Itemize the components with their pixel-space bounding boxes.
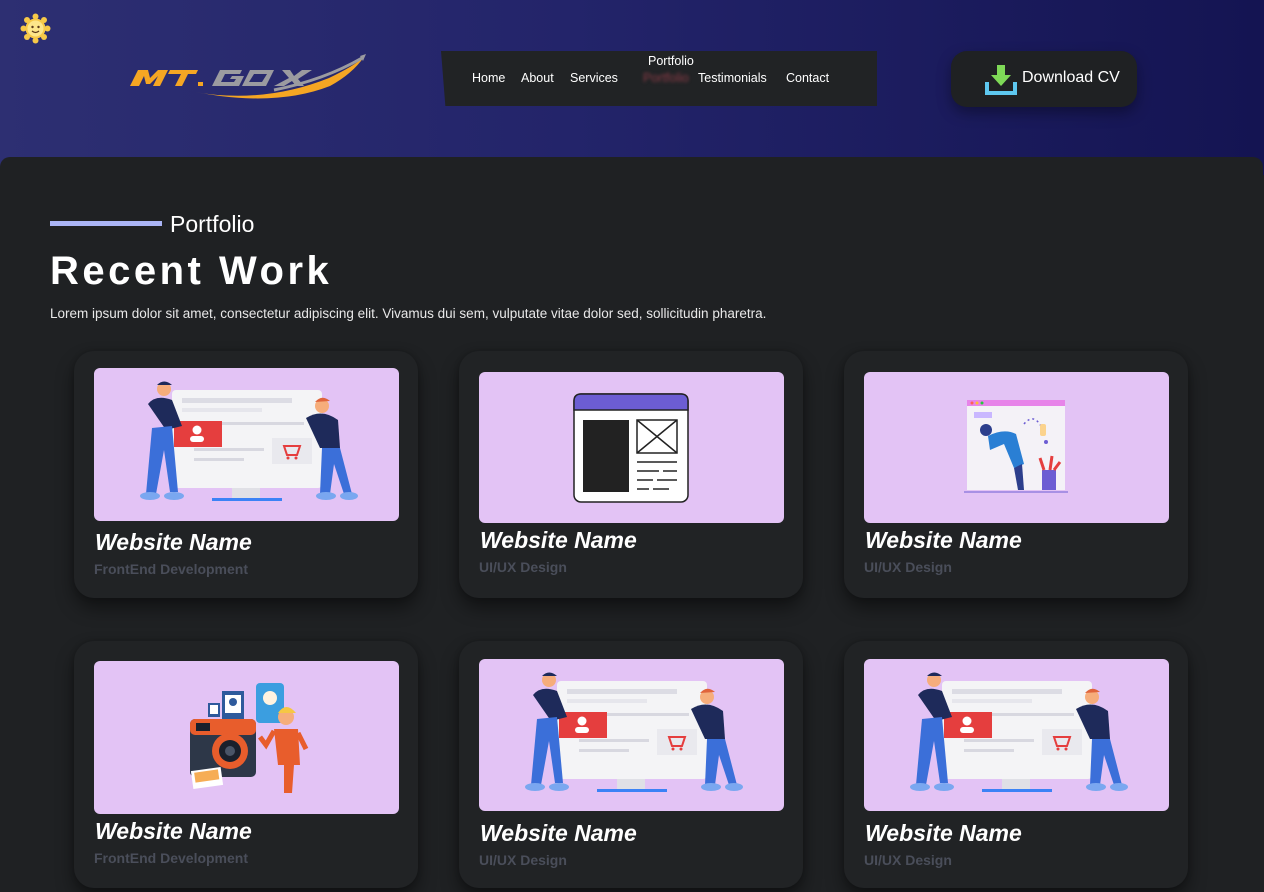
project-card[interactable]: Website Name UI/UX Design [459, 641, 803, 888]
project-card[interactable]: Website Name FrontEnd Development [74, 641, 418, 888]
section-eyebrow: Portfolio [170, 211, 255, 237]
nav-link-contact[interactable]: Contact [786, 71, 829, 85]
theme-toggle-sun-icon[interactable] [20, 13, 51, 44]
project-category: FrontEnd Development [94, 561, 249, 577]
download-icon [984, 62, 1018, 96]
project-title: Website Name [95, 529, 252, 555]
project-category: UI/UX Design [479, 852, 567, 868]
nav-hover-tooltip: Portfolio [648, 54, 694, 68]
camera-illustration [94, 661, 399, 814]
ecommerce-illustration [94, 368, 399, 521]
nav-link-about[interactable]: About [521, 71, 554, 85]
project-title: Website Name [95, 818, 252, 844]
project-category: FrontEnd Development [94, 850, 249, 866]
project-card[interactable]: Website Name FrontEnd Development [74, 351, 418, 598]
project-card[interactable]: Website Name UI/UX Design [459, 351, 803, 598]
ecommerce-illustration [864, 659, 1169, 811]
project-category: UI/UX Design [479, 559, 567, 575]
project-title: Website Name [865, 527, 1022, 553]
nav-link-services[interactable]: Services [570, 71, 618, 85]
project-card[interactable]: Website Name UI/UX Design [844, 351, 1188, 598]
download-cv-button[interactable]: Download CV [951, 51, 1137, 107]
download-cv-label: Download CV [1022, 69, 1120, 86]
project-card[interactable]: Website Name UI/UX Design [844, 641, 1188, 888]
nav-link-portfolio[interactable]: Portfolio [643, 71, 689, 85]
wireframe-illustration [479, 372, 784, 523]
nav-link-testimonials[interactable]: Testimonials [698, 71, 767, 85]
project-category: UI/UX Design [864, 559, 952, 575]
project-title: Website Name [865, 820, 1022, 846]
section-accent-line [50, 221, 162, 226]
section-title: Recent Work [50, 249, 333, 293]
project-category: UI/UX Design [864, 852, 952, 868]
ecommerce-illustration [479, 659, 784, 811]
nav-link-home[interactable]: Home [472, 71, 505, 85]
brand-logo[interactable] [124, 52, 369, 104]
designer-illustration [864, 372, 1169, 523]
project-title: Website Name [480, 527, 637, 553]
section-description: Lorem ipsum dolor sit amet, consectetur … [50, 306, 767, 321]
project-title: Website Name [480, 820, 637, 846]
